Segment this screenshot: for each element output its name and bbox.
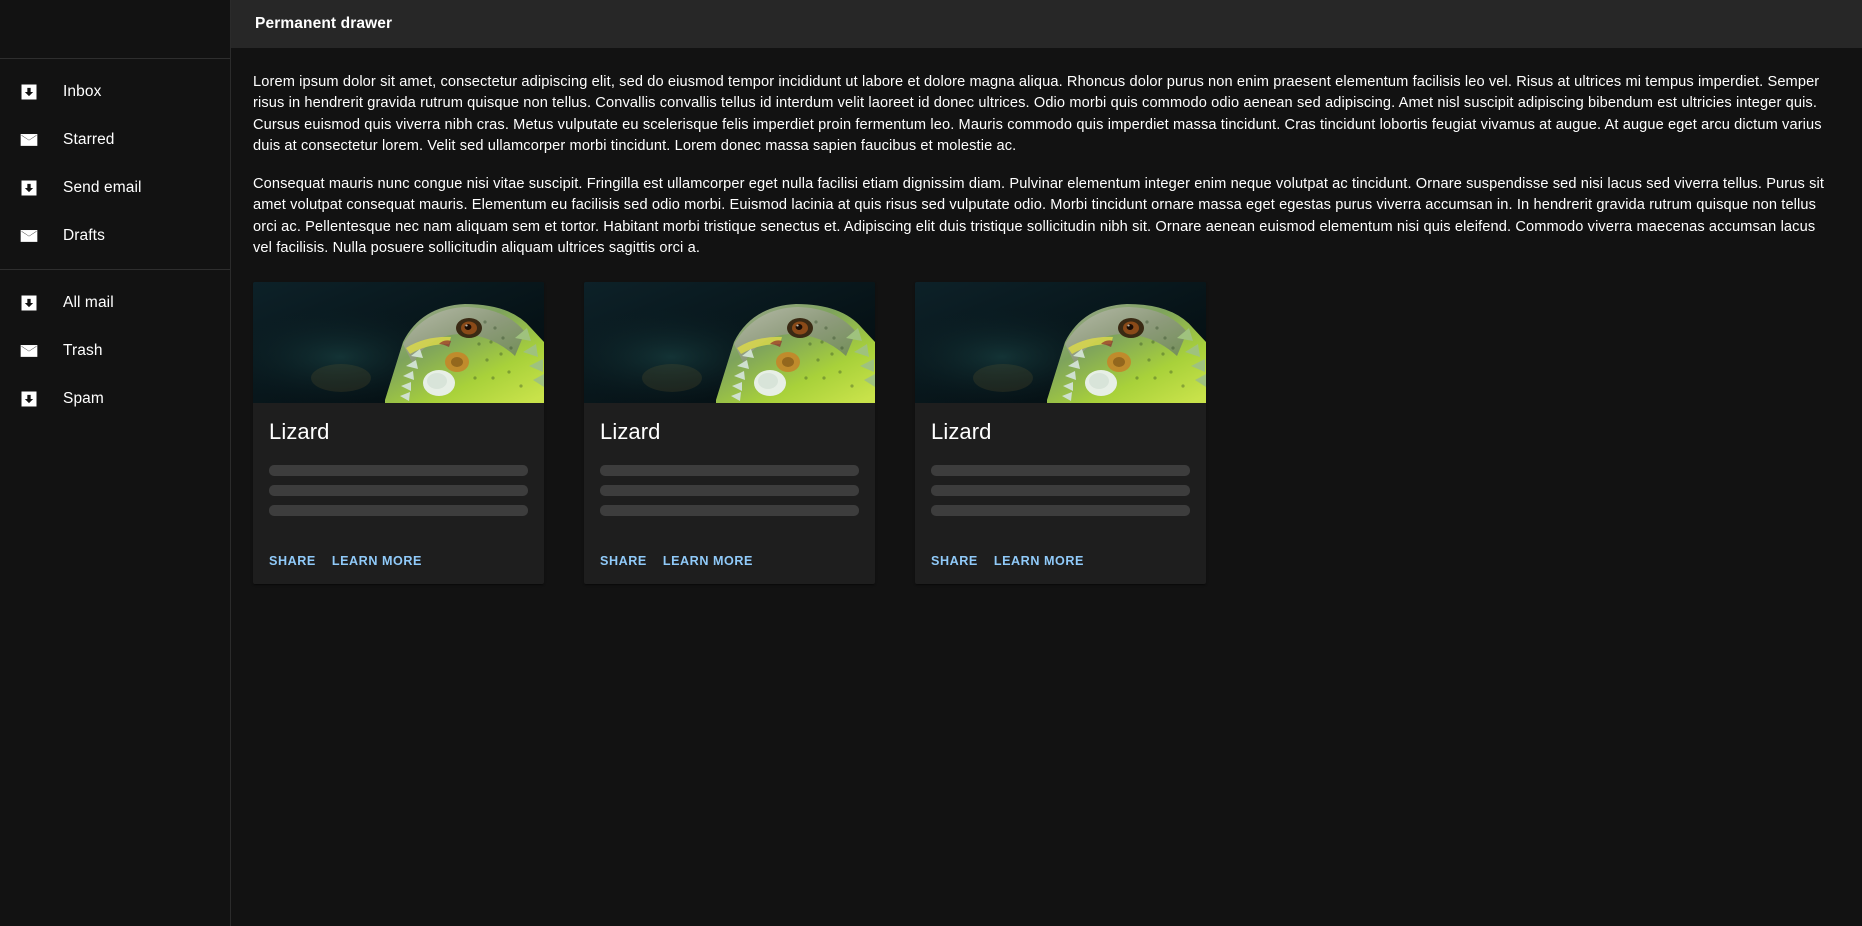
sidebar-item-all-mail[interactable]: All mail	[0, 279, 230, 327]
sidebar-item-label: Send email	[63, 179, 142, 197]
skeleton-line	[931, 484, 1190, 496]
skeleton-line	[931, 504, 1190, 516]
skeleton-line	[269, 504, 528, 516]
card-body: Lizard	[584, 403, 875, 524]
sidebar-item-label: Spam	[63, 390, 104, 408]
card-actions: Share Learn More	[584, 540, 875, 584]
inbox-icon	[10, 82, 44, 102]
body-paragraph-1: Lorem ipsum dolor sit amet, consectetur …	[253, 74, 1822, 155]
skeleton-line	[600, 504, 859, 516]
sidebar-item-drafts[interactable]: Drafts	[0, 212, 230, 260]
permanent-drawer: Inbox Starred Send email Drafts All mail…	[0, 0, 231, 926]
mail-icon	[10, 226, 44, 246]
sidebar-item-spam[interactable]: Spam	[0, 375, 230, 423]
sidebar-item-send-email[interactable]: Send email	[0, 164, 230, 212]
skeleton-placeholder	[931, 457, 1190, 516]
card[interactable]: Lizard Share Learn More	[253, 281, 544, 584]
learn-more-button[interactable]: Learn More	[655, 548, 761, 574]
skeleton-line	[269, 484, 528, 496]
card-title: Lizard	[269, 418, 330, 444]
card-title: Lizard	[600, 418, 661, 444]
sidebar-item-label: Drafts	[63, 227, 105, 245]
share-button[interactable]: Share	[261, 548, 324, 574]
sidebar-item-trash[interactable]: Trash	[0, 327, 230, 375]
app-root: Inbox Starred Send email Drafts All mail…	[0, 0, 1862, 926]
sidebar-item-label: All mail	[63, 294, 114, 312]
card-body: Lizard	[915, 403, 1206, 524]
card-actions: Share Learn More	[253, 540, 544, 584]
learn-more-button[interactable]: Learn More	[324, 548, 430, 574]
sidebar-item-label: Inbox	[63, 83, 102, 101]
skeleton-line	[931, 464, 1190, 476]
card[interactable]: Lizard Share Learn More	[915, 281, 1206, 584]
skeleton-line	[600, 484, 859, 496]
page-title: Permanent drawer	[255, 15, 393, 32]
inbox-icon	[10, 389, 44, 409]
mail-icon	[10, 341, 44, 361]
card-title: Lizard	[931, 418, 992, 444]
card-actions: Share Learn More	[915, 540, 1206, 584]
card-row: Lizard Share Learn More	[253, 281, 1838, 584]
inbox-icon	[10, 178, 44, 198]
card[interactable]: Lizard Share Learn More	[584, 281, 875, 584]
main-region: Permanent drawer Lorem ipsum dolor sit a…	[231, 0, 1862, 926]
main-content: Lorem ipsum dolor sit amet, consectetur …	[231, 48, 1862, 926]
sidebar-item-label: Starred	[63, 131, 115, 149]
sidebar-item-label: Trash	[63, 342, 103, 360]
drawer-toolbar-spacer	[0, 0, 230, 58]
card-media-iguana	[915, 281, 1206, 403]
card-media-iguana	[584, 281, 875, 403]
share-button[interactable]: Share	[592, 548, 655, 574]
drawer-nav-group-primary: Inbox Starred Send email Drafts	[0, 59, 230, 269]
share-button[interactable]: Share	[923, 548, 986, 574]
app-bar: Permanent drawer	[231, 0, 1862, 48]
skeleton-line	[269, 464, 528, 476]
skeleton-placeholder	[600, 457, 859, 516]
drawer-nav-group-secondary: All mail Trash Spam	[0, 270, 230, 432]
learn-more-button[interactable]: Learn More	[986, 548, 1092, 574]
sidebar-item-inbox[interactable]: Inbox	[0, 68, 230, 116]
sidebar-item-starred[interactable]: Starred	[0, 116, 230, 164]
mail-icon	[10, 130, 44, 150]
skeleton-line	[600, 464, 859, 476]
card-body: Lizard	[253, 403, 544, 524]
skeleton-placeholder	[269, 457, 528, 516]
inbox-icon	[10, 293, 44, 313]
body-paragraph-2: Consequat mauris nunc congue nisi vitae …	[253, 175, 1825, 257]
card-media-iguana	[253, 281, 544, 403]
